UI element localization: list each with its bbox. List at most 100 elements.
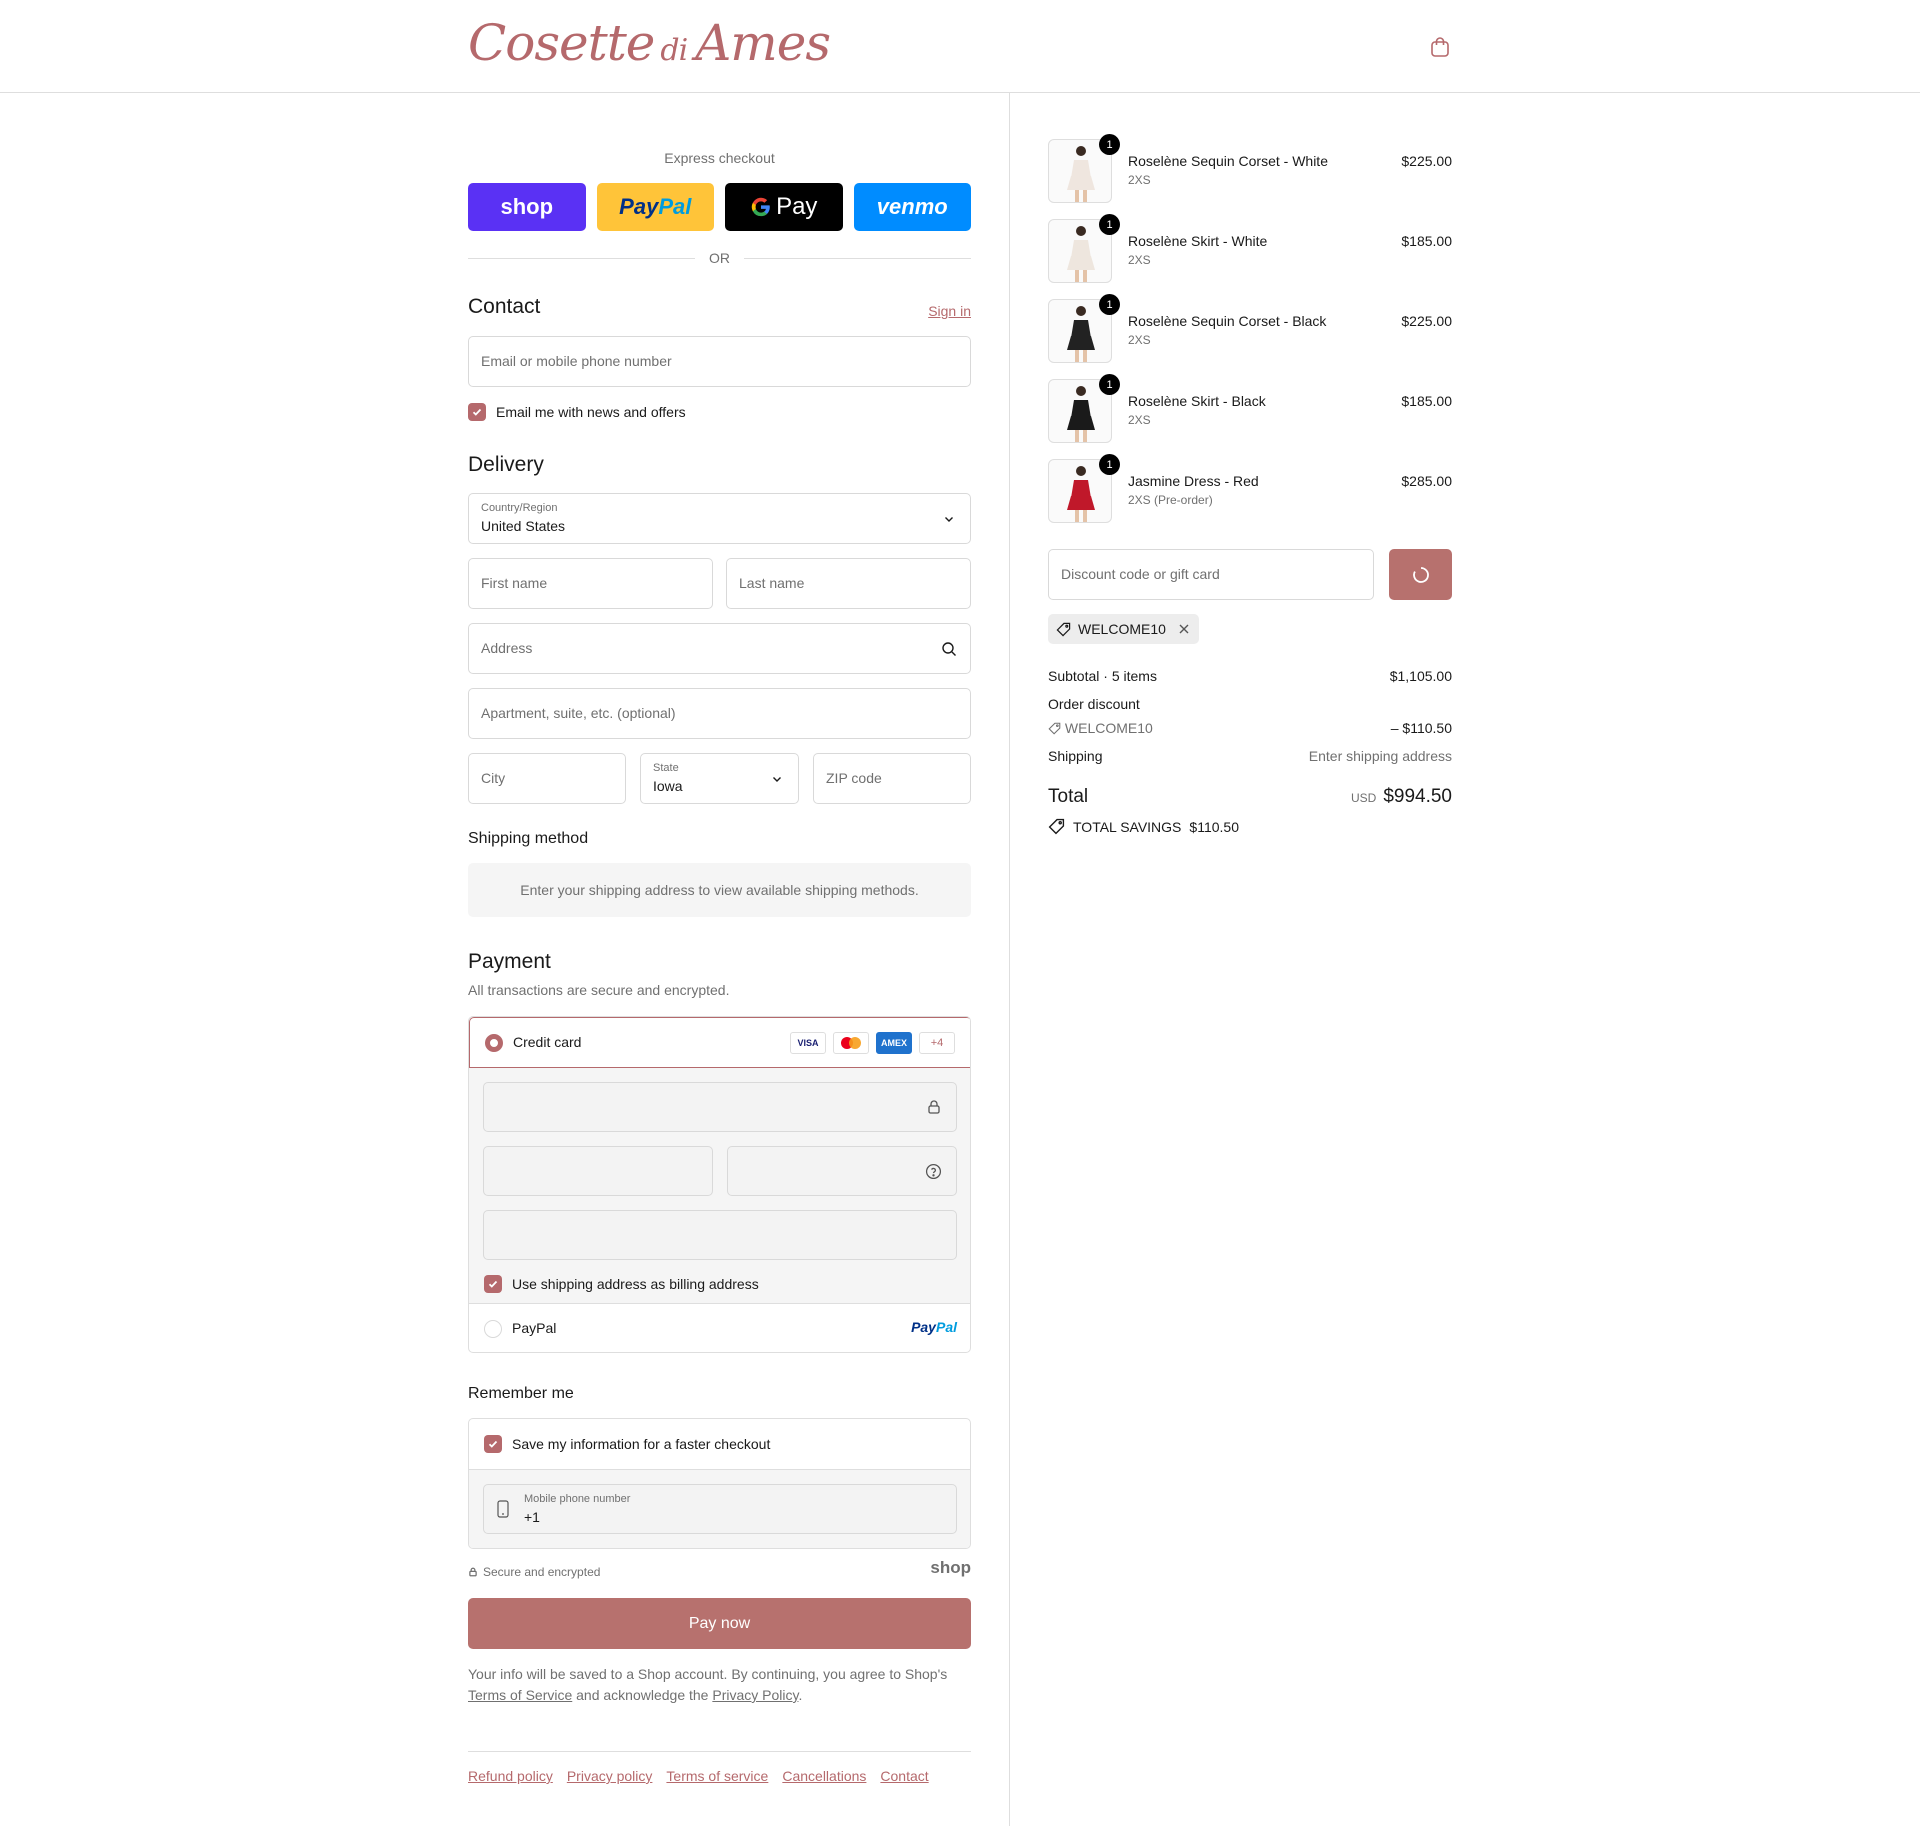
sign-in-link[interactable]: Sign in [928, 303, 971, 319]
footer-link-refund[interactable]: Refund policy [468, 1768, 553, 1784]
last-name-field[interactable]: Last name [726, 558, 971, 609]
shipping-label: Shipping [1048, 748, 1103, 764]
phone-panel: Mobile phone number +1 [469, 1469, 970, 1548]
shop-pay-label: shop [500, 194, 554, 219]
credit-card-option[interactable]: Credit card VISA AMEX +4 [469, 1017, 970, 1068]
mobile-phone-field[interactable]: Mobile phone number +1 [483, 1484, 957, 1534]
pay-now-button[interactable]: Pay now [468, 1598, 971, 1649]
save-info-row[interactable]: Save my information for a faster checkou… [484, 1435, 770, 1453]
venmo-button[interactable]: venmo [853, 183, 971, 231]
more-cards-badge: +4 [919, 1032, 955, 1054]
paypal-button[interactable]: Pay Pal [596, 183, 714, 231]
secure-text: Secure and encrypted [483, 1565, 601, 1579]
billing-label: Use shipping address as billing address [512, 1276, 759, 1292]
applied-code-text: WELCOME10 [1078, 621, 1166, 637]
brand-name-di: di [660, 33, 688, 68]
express-checkout-title: Express checkout [664, 150, 775, 166]
news-checkbox-row[interactable]: Email me with news and offers [468, 403, 686, 421]
country-select[interactable]: Country/Region United States [468, 493, 971, 544]
figure-head [1076, 386, 1086, 396]
visa-icon: VISA [790, 1032, 826, 1054]
delivery-heading: Delivery [468, 453, 544, 476]
shopping-bag-icon[interactable] [1428, 35, 1452, 59]
paypal-logo: PayPal [911, 1319, 957, 1335]
footer-link-cancellations[interactable]: Cancellations [782, 1768, 866, 1784]
figure-garment-bottom [1067, 416, 1095, 430]
footer-link-terms[interactable]: Terms of service [666, 1768, 768, 1784]
product-price: $225.00 [1401, 313, 1452, 329]
google-pay-button[interactable]: Pay [725, 183, 843, 231]
shipping-value: Enter shipping address [1308, 748, 1452, 764]
check-icon [488, 1280, 498, 1288]
footer-link-contact[interactable]: Contact [880, 1768, 928, 1784]
card-number-field[interactable] [483, 1082, 957, 1132]
paypal-logo-1: Pay [911, 1319, 936, 1335]
shipping-row: Shipping Enter shipping address [1048, 748, 1452, 764]
discount-value: – $110.50 [1390, 720, 1452, 736]
paypal-option[interactable]: PayPal PayPal [469, 1304, 970, 1352]
quantity-badge: 1 [1099, 454, 1120, 475]
billing-checkbox-row[interactable]: Use shipping address as billing address [484, 1275, 759, 1293]
header: Cosette di Ames [0, 0, 1920, 93]
figure-garment-top [1071, 480, 1091, 498]
total-row: Total USD $994.50 [1048, 786, 1452, 812]
credit-card-radio[interactable] [485, 1034, 503, 1052]
shop-pay-button[interactable]: shop [468, 183, 586, 231]
apply-discount-button[interactable] [1389, 549, 1452, 600]
address-field[interactable]: Address [468, 623, 971, 674]
product-name: Roselène Skirt - Black [1128, 393, 1266, 409]
line-item: 1 Roselène Skirt - Black 2XS $185.00 [1048, 374, 1452, 445]
news-checkbox[interactable] [468, 403, 486, 421]
product-variant: 2XS [1128, 253, 1151, 267]
first-name-field[interactable]: First name [468, 558, 713, 609]
figure-garment-bottom [1067, 496, 1095, 510]
terms-of-service-link[interactable]: Terms of Service [468, 1687, 572, 1703]
shipping-method-heading: Shipping method [468, 830, 589, 847]
subtotal-label: Subtotal · 5 items [1048, 668, 1157, 684]
phone-label: Mobile phone number [524, 1493, 631, 1505]
news-label: Email me with news and offers [496, 404, 686, 420]
figure-leg [1075, 190, 1079, 202]
product-variant: 2XS [1128, 413, 1151, 427]
paypal-radio[interactable] [484, 1320, 502, 1338]
zip-placeholder: ZIP code [826, 770, 882, 786]
apartment-field[interactable]: Apartment, suite, etc. (optional) [468, 688, 971, 739]
state-label: State [653, 762, 679, 774]
footer-links: Refund policy Privacy policy Terms of serv… [468, 1768, 943, 1786]
city-field[interactable]: City [468, 753, 626, 804]
product-price: $225.00 [1401, 153, 1452, 169]
save-info-checkbox[interactable] [484, 1435, 502, 1453]
expiration-field[interactable] [483, 1146, 713, 1196]
search-icon [942, 642, 956, 656]
close-icon[interactable] [1177, 622, 1191, 636]
save-info-label: Save my information for a faster checkou… [512, 1436, 771, 1452]
discount-code-field[interactable]: Discount code or gift card [1048, 549, 1374, 600]
country-value: United States [481, 518, 566, 534]
discount-placeholder: Discount code or gift card [1061, 566, 1220, 582]
currency-code: USD [1350, 791, 1377, 805]
billing-checkbox[interactable] [484, 1275, 502, 1293]
credit-card-label: Credit card [513, 1034, 582, 1050]
figure-leg [1075, 270, 1079, 282]
privacy-policy-link[interactable]: Privacy Policy [712, 1687, 798, 1703]
figure-garment-bottom [1067, 176, 1095, 190]
remember-me-box: Save my information for a faster checkou… [468, 1418, 971, 1549]
brand-logo[interactable]: Cosette di Ames [468, 14, 831, 72]
help-circle-icon[interactable] [925, 1163, 942, 1180]
phone-value: +1 [524, 1509, 540, 1525]
email-field[interactable]: Email or mobile phone number [468, 336, 971, 387]
name-on-card-field[interactable] [483, 1210, 957, 1260]
product-price: $185.00 [1401, 233, 1452, 249]
shop-logo: shop [930, 1558, 971, 1577]
zip-field[interactable]: ZIP code [813, 753, 971, 804]
state-select[interactable]: State Iowa [640, 753, 799, 804]
figure-leg [1075, 350, 1079, 362]
security-code-field[interactable] [727, 1146, 957, 1196]
product-variant: 2XS [1128, 173, 1151, 187]
last-name-placeholder: Last name [739, 575, 805, 591]
product-name: Roselène Sequin Corset - White [1128, 153, 1328, 169]
summary-discount-code: WELCOME10 [1064, 720, 1153, 736]
subtotal-row: Subtotal · 5 items $1,105.00 [1048, 668, 1452, 684]
footer-link-privacy[interactable]: Privacy policy [567, 1768, 653, 1784]
savings-value: $110.50 [1189, 818, 1239, 835]
